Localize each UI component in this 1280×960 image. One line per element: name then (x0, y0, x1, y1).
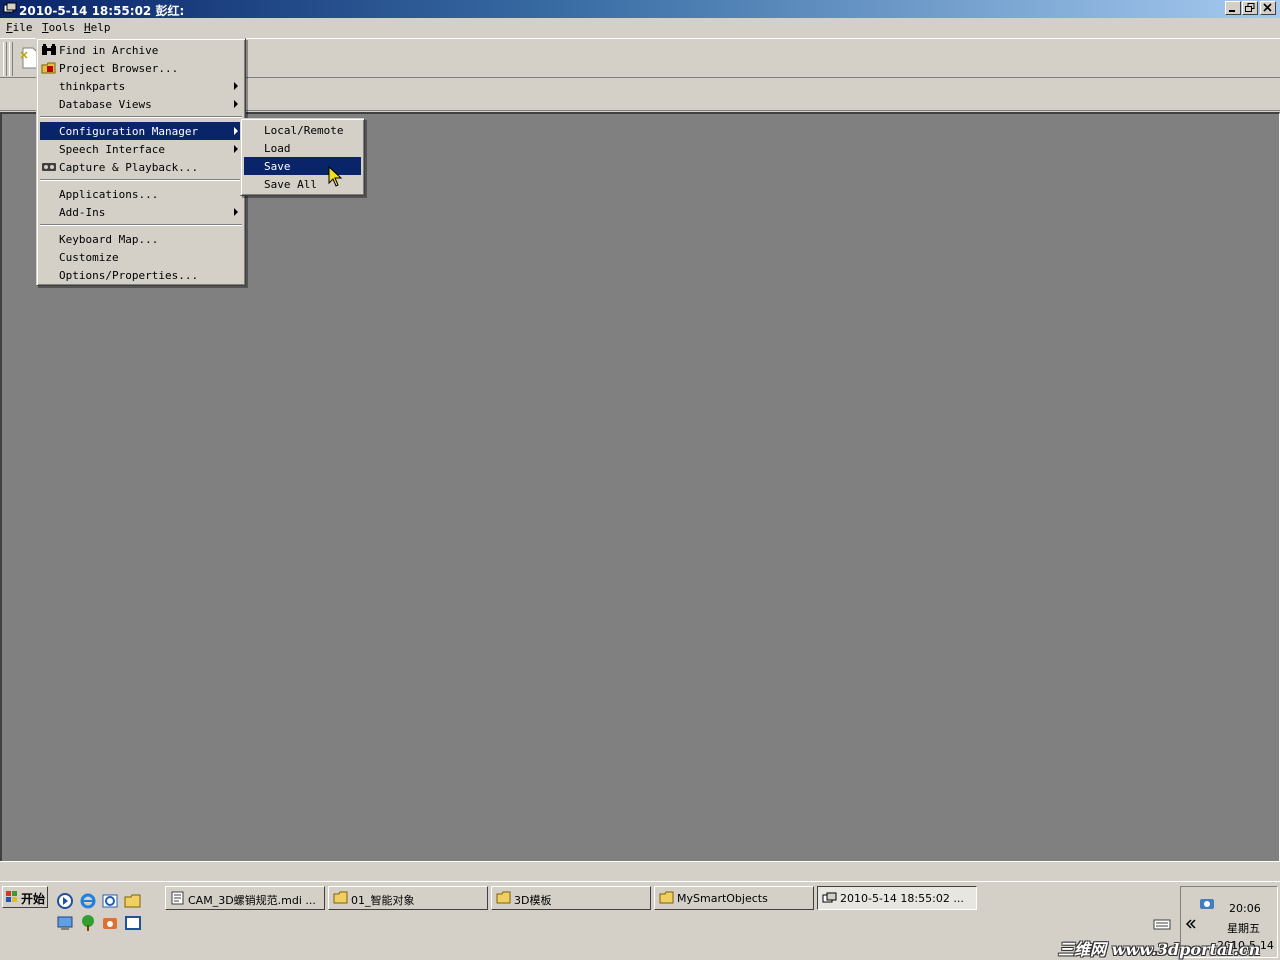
menu-item-local-remote[interactable]: Local/Remote (244, 121, 361, 139)
menu-separator (40, 116, 242, 118)
menu-item-label: Load (264, 142, 291, 155)
menu-item-label: Configuration Manager (59, 125, 199, 138)
menu-item-load[interactable]: Load (244, 139, 361, 157)
close-button[interactable] (1260, 1, 1276, 15)
task-button[interactable]: 01_智能对象 (328, 886, 488, 910)
show-desktop-icon[interactable] (124, 914, 142, 932)
tray-app-icon[interactable] (1199, 895, 1215, 911)
menu-item-label: Save All (264, 178, 317, 191)
task-label: CAM_3D螺销规范.mdi ... (188, 894, 316, 907)
menu-file-label: ile (12, 21, 33, 34)
minimize-button[interactable] (1225, 1, 1241, 15)
menu-help-label: elp (90, 21, 111, 34)
tools-menu: Find in Archive Project Browser... think… (36, 38, 246, 286)
submenu-arrow-icon (234, 82, 238, 90)
submenu-arrow-icon (234, 208, 238, 216)
task-button[interactable]: 3D模板 (491, 886, 651, 910)
configuration-manager-submenu: Local/Remote Load Save Save All (240, 118, 365, 196)
task-button[interactable]: MySmartObjects (654, 886, 814, 910)
menu-item-thinkparts[interactable]: thinkparts (40, 77, 242, 95)
project-browser-icon (41, 62, 56, 74)
clock-day: 星期五 (1227, 922, 1260, 935)
tape-icon (42, 163, 56, 171)
folder-icon (496, 891, 511, 904)
menu-tools[interactable]: Tools (42, 21, 75, 34)
toolbar-grip[interactable] (3, 42, 7, 76)
network-icon[interactable] (56, 914, 74, 932)
menu-item-options-properties[interactable]: Options/Properties... (40, 266, 242, 284)
keyboard-icon[interactable] (1153, 915, 1171, 933)
restore-icon (1245, 3, 1255, 12)
app-icon[interactable] (3, 2, 17, 15)
menu-item-capture-playback[interactable]: Capture & Playback... (40, 158, 242, 176)
menu-separator (40, 224, 242, 226)
menu-item-label: Customize (59, 251, 119, 264)
menu-item-keyboard-map[interactable]: Keyboard Map... (40, 230, 242, 248)
menu-tools-label: ools (48, 21, 76, 34)
binoculars-icon (42, 44, 56, 55)
menu-item-label: Database Views (59, 98, 152, 111)
menu-item-applications[interactable]: Applications... (40, 185, 242, 203)
mouse-cursor-icon (328, 166, 343, 187)
menu-item-label: Capture & Playback... (59, 161, 199, 174)
folder-icon (333, 891, 348, 904)
menu-item-label: thinkparts (59, 80, 126, 93)
task-label: MySmartObjects (677, 892, 768, 905)
menu-item-speech-interface[interactable]: Speech Interface (40, 140, 242, 158)
minimize-icon (1229, 10, 1235, 12)
menu-item-label: Find in Archive (59, 44, 159, 57)
close-icon (1263, 3, 1272, 12)
task-label: 01_智能对象 (351, 894, 415, 907)
media-player-icon[interactable] (56, 892, 74, 910)
restore-button[interactable] (1242, 1, 1258, 15)
clock-time[interactable]: 20:06 (1229, 902, 1261, 915)
task-label: 3D模板 (514, 894, 552, 907)
outlook-express-icon[interactable] (101, 892, 119, 910)
menu-item-add-ins[interactable]: Add-Ins (40, 203, 242, 221)
menu-item-label: Options/Properties... (59, 269, 199, 282)
menu-item-label: Speech Interface (59, 143, 165, 156)
document-icon (171, 891, 184, 905)
task-button[interactable]: CAM_3D螺销规范.mdi ... (165, 886, 325, 910)
menu-bar: File Tools Help (0, 18, 1280, 38)
submenu-arrow-icon (234, 100, 238, 108)
folder-icon (659, 891, 674, 904)
menu-item-configuration-manager[interactable]: Configuration Manager (40, 122, 242, 140)
watermark: 三维网 www.3dportal.cn (1058, 940, 1261, 959)
app-icon (822, 892, 837, 903)
menu-item-label: Applications... (59, 188, 159, 201)
internet-explorer-icon[interactable] (79, 892, 97, 910)
menu-item-label: Local/Remote (264, 124, 344, 137)
start-label: 开始 (21, 892, 46, 906)
camera-icon[interactable] (101, 914, 119, 932)
menu-separator (40, 179, 242, 181)
submenu-arrow-icon (234, 145, 238, 153)
menu-item-label: Add-Ins (59, 206, 106, 219)
start-button[interactable]: 开始 (2, 886, 48, 908)
folder-icon[interactable] (124, 892, 142, 910)
menu-file[interactable]: File (6, 21, 33, 34)
status-bar (0, 861, 1280, 881)
menu-help[interactable]: Help (84, 21, 111, 34)
title-bar[interactable]: 2010-5-14 18:55:02 彭红: (0, 0, 1280, 18)
task-label: 2010-5-14 18:55:02 ... (840, 892, 964, 905)
menu-item-label: Keyboard Map... (59, 233, 159, 246)
menu-item-database-views[interactable]: Database Views (40, 95, 242, 113)
task-button-active[interactable]: 2010-5-14 18:55:02 ... (817, 886, 977, 910)
toolbar-grip[interactable] (9, 42, 13, 76)
windows-logo-icon (6, 891, 17, 902)
menu-item-find-in-archive[interactable]: Find in Archive (40, 41, 242, 59)
menu-item-customize[interactable]: Customize (40, 248, 242, 266)
window-title: 2010-5-14 18:55:02 彭红: (19, 4, 185, 18)
menu-item-label: Save (264, 160, 291, 173)
menu-item-project-browser[interactable]: Project Browser... (40, 59, 242, 77)
tree-icon[interactable] (79, 914, 97, 932)
menu-item-label: Project Browser... (59, 62, 179, 75)
submenu-arrow-icon (234, 127, 238, 135)
